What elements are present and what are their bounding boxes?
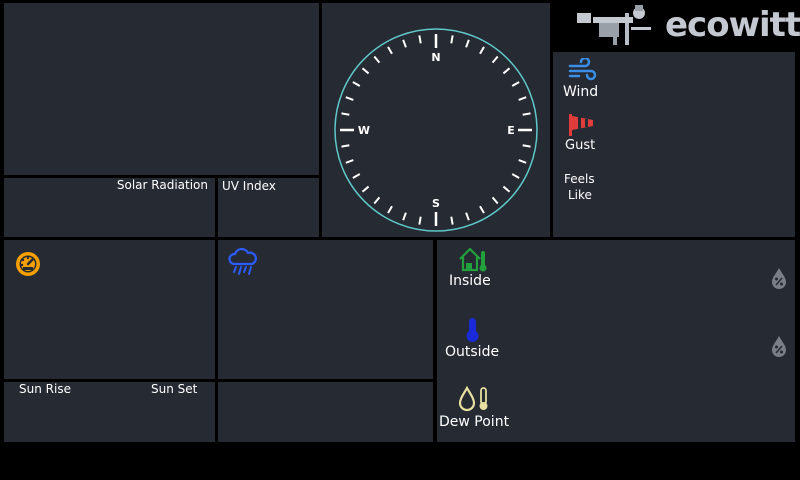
compass-panel: N S E W	[322, 3, 550, 237]
thermometer-icon	[466, 318, 479, 342]
feels-like-line1: Feels	[564, 172, 595, 186]
uv-index-panel: UV Index	[218, 178, 319, 237]
compass-tick	[345, 96, 354, 101]
wind-label: Wind	[563, 84, 599, 100]
compass-tick	[387, 205, 393, 214]
compass-tick	[418, 216, 422, 225]
compass-tick	[479, 205, 485, 214]
humidity-outside-icon	[772, 336, 786, 357]
compass-tick	[345, 159, 354, 164]
compass-west-label: W	[358, 124, 370, 137]
windsock-gust-icon	[569, 114, 593, 136]
compass-tick	[352, 81, 361, 87]
compass-tick	[341, 112, 350, 116]
compass-tick	[352, 173, 361, 179]
compass-tick	[373, 196, 381, 205]
compass-tick	[361, 67, 370, 75]
brand-name: ecowitt	[665, 5, 800, 45]
sun-panel: Sun Rise Sun Set	[4, 382, 215, 442]
main-display-panel	[4, 3, 319, 175]
rain-panel	[218, 240, 433, 379]
sun-set-label: Sun Set	[151, 382, 198, 396]
compass-tick	[522, 144, 531, 148]
compass-tick	[491, 55, 499, 64]
pressure-panel	[4, 240, 215, 379]
compass-tick	[511, 173, 520, 179]
gauge-icon	[16, 252, 40, 276]
wind-icon	[568, 58, 597, 81]
compass-tick	[511, 81, 520, 87]
wind-panel: Wind Gust Feels Like	[553, 52, 795, 237]
compass-tick	[361, 185, 370, 193]
home-temperature-icon	[459, 247, 487, 272]
humidity-inside-icon	[772, 268, 786, 289]
dew-point-icon	[458, 385, 488, 412]
compass-south-label: S	[432, 197, 440, 210]
compass-tick	[450, 216, 454, 225]
inside-label: Inside	[449, 273, 491, 289]
compass-tick	[341, 144, 350, 148]
outside-label: Outside	[445, 344, 500, 360]
sun-rise-label: Sun Rise	[19, 382, 71, 396]
compass-tick	[465, 212, 470, 221]
temperature-panel: Inside Outside Dew Point	[437, 240, 795, 442]
compass-tick	[387, 46, 393, 55]
compass-tick	[402, 39, 407, 48]
rain-cloud-icon	[228, 248, 257, 275]
compass-tick	[373, 55, 381, 64]
feels-like-line2: Like	[568, 188, 592, 202]
compass-north-label: N	[431, 51, 440, 64]
solar-radiation-panel: Solar Radiation	[4, 178, 215, 237]
dew-point-label: Dew Point	[439, 414, 510, 430]
compass-tick	[518, 96, 527, 101]
compass-tick	[402, 212, 407, 221]
uv-index-label: UV Index	[222, 179, 276, 193]
compass-east-label: E	[507, 124, 515, 137]
compass-tick	[502, 67, 511, 75]
gust-label: Gust	[565, 138, 596, 153]
weather-station-icon	[577, 5, 651, 45]
compass-tick	[522, 112, 531, 116]
compass-tick	[518, 159, 527, 164]
compass-dial: N S E W	[334, 28, 538, 232]
compass-tick	[502, 185, 511, 193]
compass-tick	[418, 35, 422, 44]
compass-tick	[479, 46, 485, 55]
compass-tick	[491, 196, 499, 205]
compass-tick	[465, 39, 470, 48]
solar-radiation-label: Solar Radiation	[116, 178, 208, 192]
aux-panel	[218, 382, 433, 442]
brand-logo: ecowitt	[553, 3, 800, 49]
compass-tick	[450, 35, 454, 44]
